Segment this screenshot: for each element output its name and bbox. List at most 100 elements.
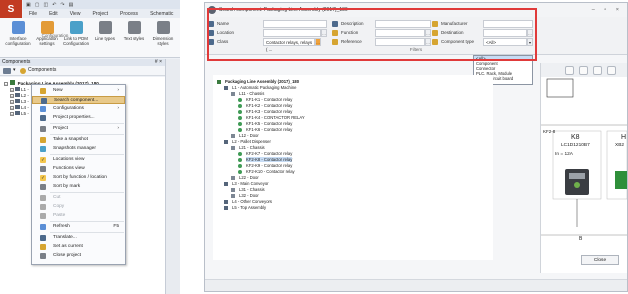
sheet-zone-letter: B xyxy=(579,236,583,242)
result-row[interactable]: L3 - Main Conveyor xyxy=(224,181,269,186)
result-row[interactable]: KF2-K8 - Contactor relay xyxy=(238,157,293,163)
menu-item-close-project[interactable]: Close project xyxy=(32,252,125,260)
result-row[interactable]: KF2-K9 - Contactor relay xyxy=(238,163,292,168)
component-type-select[interactable]: <All> xyxy=(483,38,527,46)
menu-tab-view[interactable]: View xyxy=(64,11,87,17)
result-row[interactable]: KF2-K10 - Contactor relay xyxy=(238,169,295,174)
expand-icon[interactable]: + xyxy=(10,94,14,98)
menu-item-project[interactable]: Project › xyxy=(32,125,125,133)
splitter-bar[interactable] xyxy=(165,59,180,294)
result-row[interactable]: L12 - Door xyxy=(231,133,259,138)
menu-tab-process[interactable]: Process xyxy=(114,11,144,17)
reference-field[interactable] xyxy=(375,38,425,46)
menu-tab-file[interactable]: File xyxy=(23,11,43,17)
menu-item-locations-view[interactable]: ✓ Locations view xyxy=(32,156,125,164)
menu-item-functions-view[interactable]: Functions view xyxy=(32,165,125,173)
components-tab-label[interactable]: Components xyxy=(28,67,56,73)
panel-toolbar: ▾ Components xyxy=(0,66,165,76)
expand-icon[interactable]: + xyxy=(10,106,14,110)
checkmark-icon: ✓ xyxy=(40,157,46,163)
result-row[interactable]: KF1-K4 - CONTACTOR RELAY xyxy=(238,115,305,120)
name-field[interactable] xyxy=(263,20,327,28)
menu-item-new[interactable]: New › xyxy=(32,87,125,95)
component-reference: LC1D1210B7 xyxy=(561,143,590,148)
schematic-preview: KF2-8 K8 LC1D1210B7 In = 12A H XB2 B xyxy=(540,63,627,273)
destination-browse-button[interactable]: … xyxy=(527,29,533,37)
result-row[interactable]: L11 - Chassis xyxy=(231,91,264,96)
menu-item-sort-by-function-location[interactable]: ✓ Sort by function / location xyxy=(32,174,125,182)
collapse-icon[interactable]: − xyxy=(4,82,8,86)
expand-icon[interactable]: + xyxy=(10,88,14,92)
result-row[interactable]: KF1-K6 - Contactor relay xyxy=(238,127,292,132)
chevron-down-icon[interactable]: ▾ xyxy=(527,38,533,46)
menu-item-translate[interactable]: Translate... xyxy=(32,234,125,242)
result-row[interactable]: KF1-K3 - Contactor relay xyxy=(238,109,292,114)
location-browse-button[interactable]: … xyxy=(321,29,327,37)
open-icon[interactable]: ▢ xyxy=(35,2,40,8)
menu-item-project-properties[interactable]: Project properties... xyxy=(32,114,125,122)
new-icon[interactable]: ▣ xyxy=(26,2,31,8)
result-row[interactable]: KF1-K5 - Contactor relay xyxy=(238,121,292,126)
text-styles-button[interactable]: Text styles xyxy=(119,21,149,49)
menu-item-snapshots-manager[interactable]: Snapshots manager xyxy=(32,145,125,153)
location-icon xyxy=(15,105,20,109)
panel-pin-close-icon[interactable]: # × xyxy=(155,59,162,66)
paste-icon xyxy=(40,213,46,219)
result-row[interactable]: KF1-K1 - Contactor relay xyxy=(238,97,292,102)
redo-icon[interactable]: ↷ xyxy=(60,2,64,8)
zoom-fit-icon[interactable] xyxy=(565,66,574,75)
destination-field[interactable] xyxy=(483,29,527,37)
function-field[interactable] xyxy=(375,29,425,37)
result-label: L1 - Automatic Packaging Machine xyxy=(232,85,297,90)
expand-icon[interactable]: + xyxy=(10,100,14,104)
ribbon-button-label: Text styles xyxy=(123,36,145,41)
window-controls[interactable]: – ▫ × xyxy=(592,3,623,17)
location-icon xyxy=(15,111,20,115)
menu-item-refresh[interactable]: Refresh F5 xyxy=(32,223,125,231)
result-row[interactable]: Packaging Line Assembly (2017)_180 xyxy=(217,79,299,84)
menu-item-copy: Copy xyxy=(32,203,125,211)
location-icon xyxy=(15,93,20,97)
menu-item-configurations[interactable]: Configurations › xyxy=(32,105,125,113)
tree-item-label: L2 - xyxy=(21,93,29,98)
result-row[interactable]: L5 - Top Assembly xyxy=(224,205,266,210)
components-view-icon[interactable] xyxy=(3,68,11,74)
result-row[interactable]: KF2-K7 - Contactor relay xyxy=(238,151,292,156)
menu-item-paste: Paste xyxy=(32,212,125,220)
close-button[interactable]: Close xyxy=(581,255,619,265)
menu-item-sort-by-mark[interactable]: Sort by mark xyxy=(32,183,125,191)
location-icon xyxy=(231,145,235,150)
save-icon[interactable]: ◫ xyxy=(43,2,48,8)
menu-item-search-component[interactable]: Search component... xyxy=(32,96,125,104)
print-preview-icon[interactable] xyxy=(579,66,588,75)
class-browse-button[interactable]: … xyxy=(315,38,321,46)
result-row[interactable]: L32 - Door xyxy=(231,193,259,198)
result-row[interactable]: L21 - Chassis xyxy=(231,145,265,150)
location-field[interactable] xyxy=(263,29,321,37)
result-row[interactable]: L2 - Pallet Dispenser xyxy=(224,139,271,144)
result-row[interactable]: L4 - Other Conveyors xyxy=(224,199,272,204)
result-row[interactable]: L1 - Automatic Packaging Machine xyxy=(224,85,297,90)
undo-icon[interactable]: ↶ xyxy=(52,2,56,8)
manufacturer-field[interactable] xyxy=(483,20,533,28)
result-row[interactable]: L22 - Door xyxy=(231,175,259,180)
zoom-out-icon[interactable] xyxy=(607,66,616,75)
expand-icon[interactable]: + xyxy=(10,112,14,116)
application-menu-button[interactable]: S xyxy=(0,0,22,18)
description-field[interactable] xyxy=(375,20,431,28)
tree-item[interactable]: + L5 - xyxy=(10,111,29,117)
menu-tab-edit[interactable]: Edit xyxy=(43,11,64,17)
zoom-in-icon[interactable] xyxy=(593,66,602,75)
class-field[interactable]: Contactor relays, relays ( ... xyxy=(263,38,315,52)
dimension-styles-button[interactable]: Dimension styles xyxy=(148,21,178,49)
menu-item-take-a-snapshot[interactable]: Take a snapshot xyxy=(32,136,125,144)
result-row[interactable]: KF1-K2 - Contactor relay xyxy=(238,103,292,108)
menu-tab-schematic[interactable]: Schematic xyxy=(144,11,179,17)
menu-tab-project[interactable]: Project xyxy=(86,11,114,17)
menu-item-set-as-current[interactable]: Set as current xyxy=(32,243,125,251)
sheet-column-label: KF2-8 xyxy=(543,129,556,134)
result-row[interactable]: L31 - Chassis xyxy=(231,187,265,192)
dropdown-arrow-icon[interactable]: ▾ xyxy=(13,67,16,73)
menu-item-cut: Cut xyxy=(32,194,125,202)
print-icon[interactable]: ▤ xyxy=(69,2,74,8)
